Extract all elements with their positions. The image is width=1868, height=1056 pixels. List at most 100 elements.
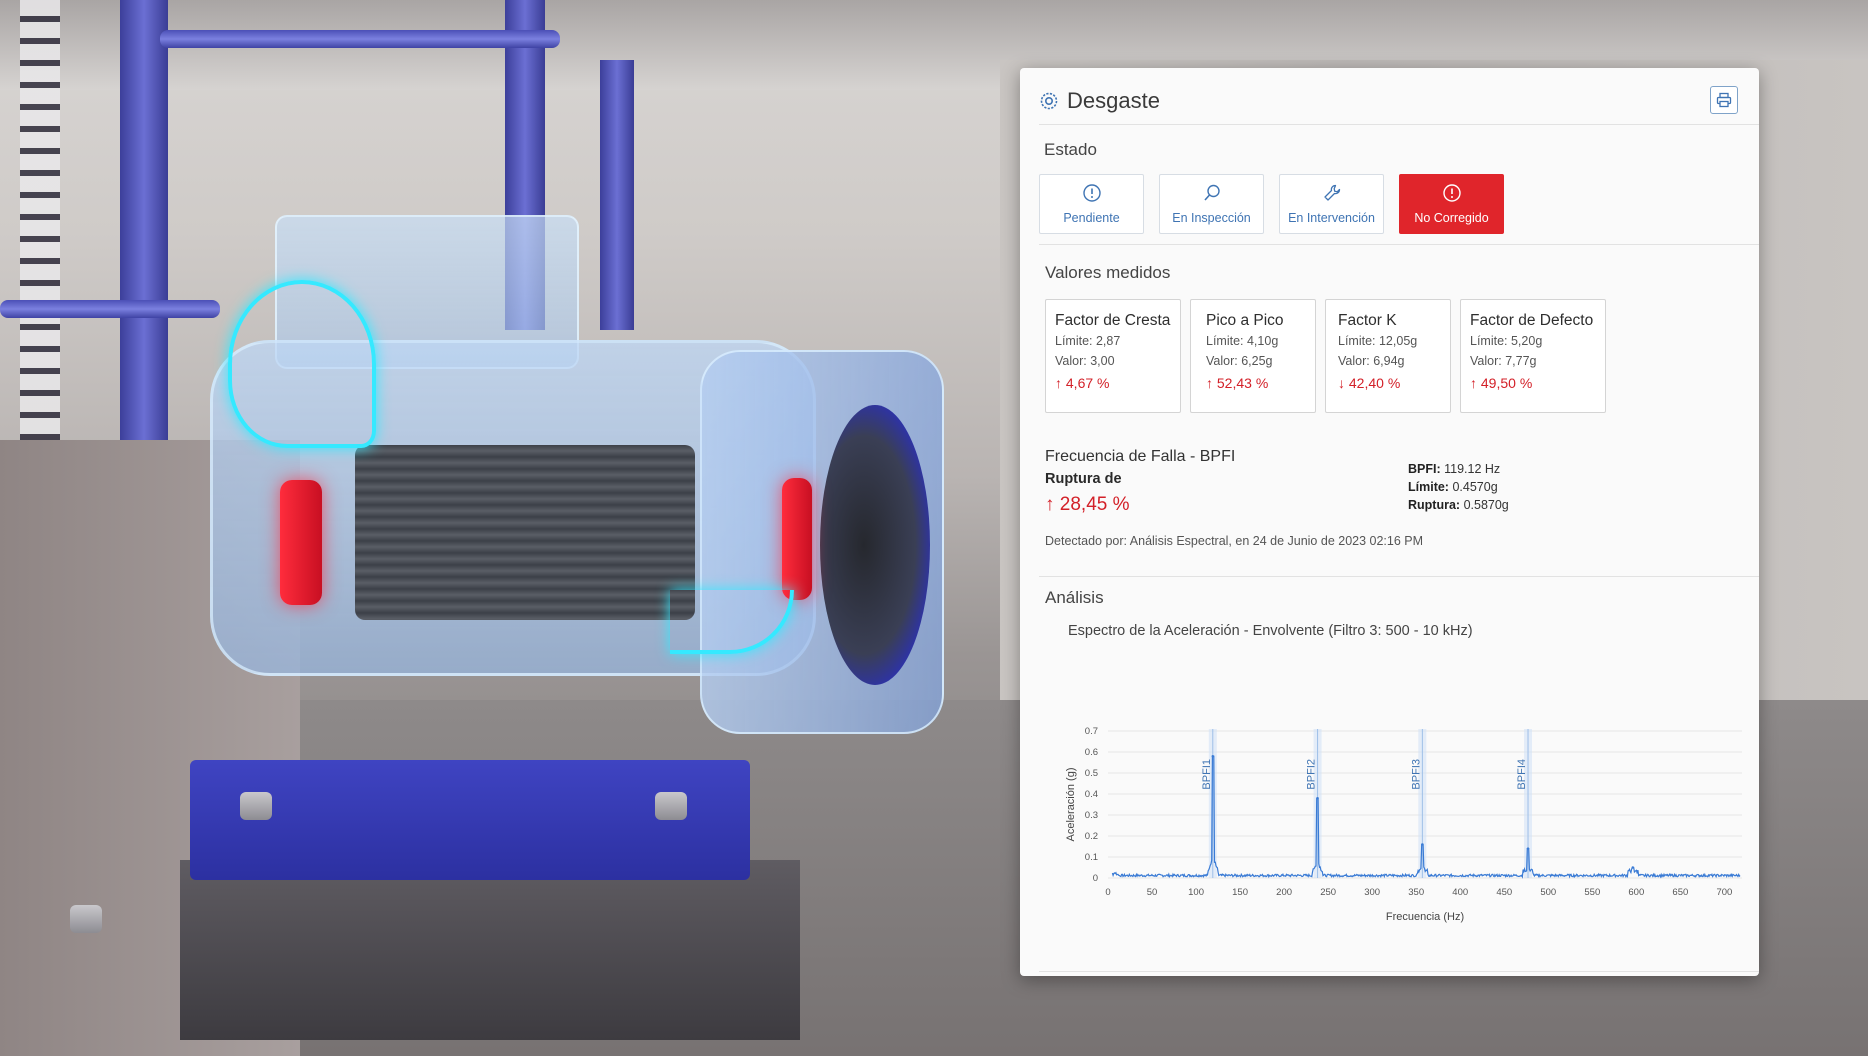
marker-label: BPFI3	[1410, 759, 1422, 790]
bpfi-info: BPFI: 119.12 Hz	[1408, 462, 1500, 476]
analisis-label: Análisis	[1045, 588, 1104, 607]
x-tick-label: 450	[1496, 887, 1512, 898]
bpfi-key: BPFI:	[1408, 462, 1441, 476]
metric-percent: ↑ 49,50 %	[1470, 375, 1533, 391]
divider	[1039, 244, 1759, 245]
metric-title: Factor de Cresta	[1055, 312, 1171, 329]
x-tick-label: 350	[1408, 887, 1424, 898]
y-tick-label: 0.5	[1085, 768, 1098, 779]
divider	[1039, 971, 1759, 972]
y-tick-label: 0.6	[1085, 747, 1098, 758]
metric-limit: Límite: 12,05g	[1338, 334, 1418, 348]
rupture-info-value: 0.5870g	[1463, 498, 1509, 512]
wrench-icon	[1323, 184, 1340, 201]
state-button-en-intervencion[interactable]: En Intervención	[1279, 174, 1384, 234]
bpfi-value: 119.12 Hz	[1444, 462, 1501, 476]
metric-percent: ↑ 4,67 %	[1055, 375, 1110, 391]
rupture-label: Ruptura de	[1045, 471, 1122, 487]
detected-by-text: Detectado por: Análisis Espectral, en 24…	[1045, 534, 1424, 548]
y-tick-label: 0.3	[1085, 810, 1098, 821]
motor-fan	[820, 405, 930, 685]
spectrum-peak-point	[1526, 847, 1530, 850]
divider	[1039, 576, 1759, 577]
alert-circle-icon	[1082, 184, 1101, 202]
panel-title: Desgaste	[1067, 88, 1160, 113]
metric-limit: Límite: 4,10g	[1206, 334, 1279, 348]
rupture-key: Ruptura:	[1408, 498, 1461, 512]
metric-limit: Límite: 5,20g	[1470, 334, 1543, 348]
x-tick-label: 400	[1452, 887, 1468, 898]
x-tick-label: 600	[1628, 887, 1644, 898]
marker-label: BPFI4	[1516, 759, 1528, 790]
x-axis-label: Frecuencia (Hz)	[1386, 911, 1464, 923]
metric-value: Valor: 6,94g	[1338, 354, 1405, 368]
alert-circle-icon	[1442, 184, 1461, 202]
metric-value: Valor: 3,00	[1055, 354, 1115, 368]
x-tick-label: 200	[1276, 887, 1292, 898]
x-tick-label: 50	[1147, 887, 1158, 898]
state-button-no-corregido[interactable]: No Corregido	[1399, 174, 1504, 234]
metric-percent: ↑ 52,43 %	[1206, 375, 1269, 391]
chart-title: Espectro de la Aceleración - Envolvente …	[1068, 623, 1473, 639]
metric-title: Pico a Pico	[1206, 312, 1284, 329]
spectrum-peak-point	[1631, 866, 1635, 869]
rupture-value: ↑ 28,45 %	[1045, 494, 1130, 515]
motor-base	[190, 760, 750, 880]
y-tick-label: 0	[1093, 873, 1098, 884]
metric-percent: ↓ 42,40 %	[1338, 375, 1401, 391]
motor-base-frame	[180, 860, 800, 1040]
search-icon	[1203, 184, 1220, 201]
blue-pipe	[0, 300, 220, 318]
spectrum-peak-point	[1211, 755, 1214, 758]
gear-icon	[1040, 92, 1058, 110]
panel-header: Desgaste	[1020, 68, 1759, 124]
x-tick-label: 500	[1540, 887, 1556, 898]
bolt	[240, 792, 272, 820]
y-tick-label: 0.2	[1085, 831, 1098, 842]
spectrum-peak-point	[1316, 797, 1319, 800]
y-axis-label: Aceleración (g)	[1065, 768, 1077, 842]
state-button-label: Pendiente	[1063, 211, 1120, 225]
y-tick-label: 0.1	[1085, 852, 1098, 863]
metric-card-pico-a-pico: Pico a Pico Límite: 4,10g Valor: 6,25g ↑…	[1190, 299, 1316, 413]
blue-pipe	[160, 30, 560, 48]
printer-icon	[1716, 92, 1732, 108]
metric-title: Factor de Defecto	[1470, 312, 1594, 329]
failure-frequency-title: Frecuencia de Falla - BPFI	[1045, 448, 1236, 465]
x-tick-label: 300	[1364, 887, 1380, 898]
bolt	[655, 792, 687, 820]
spectrum-chart: 0 0.1 0.2 0.3 0.4 0.5 0.6 0.7 0 50 100 150 200 250 300…	[1065, 726, 1742, 923]
rupture-info: Ruptura: 0.5870g	[1408, 498, 1509, 512]
marker-label: BPFI2	[1306, 759, 1318, 790]
motor-rotor	[355, 445, 695, 620]
limit-key: Límite:	[1408, 480, 1449, 494]
bearing-highlight	[782, 478, 812, 600]
print-button[interactable]	[1710, 86, 1738, 114]
metric-card-factor-cresta: Factor de Cresta Límite: 2,87 Valor: 3,0…	[1045, 299, 1181, 413]
estado-label: Estado	[1044, 140, 1097, 159]
x-tick-label: 550	[1584, 887, 1600, 898]
limit-info: Límite: 0.4570g	[1408, 480, 1498, 494]
state-button-label: En Intervención	[1288, 211, 1375, 225]
x-tick-label: 150	[1232, 887, 1248, 898]
x-tick-label: 100	[1188, 887, 1204, 898]
bearing-glow-outline	[228, 280, 376, 448]
x-tick-label: 0	[1105, 887, 1110, 898]
metric-limit: Límite: 2,87	[1055, 334, 1121, 348]
state-button-en-inspeccion[interactable]: En Inspección	[1159, 174, 1264, 234]
x-tick-label: 250	[1320, 887, 1336, 898]
y-tick-label: 0.7	[1085, 726, 1098, 737]
metric-card-factor-defecto: Factor de Defecto Límite: 5,20g Valor: 7…	[1460, 299, 1606, 413]
x-tick-label: 700	[1716, 887, 1732, 898]
spectrum-peak-point	[1421, 843, 1424, 846]
metric-value: Valor: 7,77g	[1470, 354, 1537, 368]
x-tick-label: 650	[1672, 887, 1688, 898]
state-button-pendiente[interactable]: Pendiente	[1039, 174, 1144, 234]
divider	[1039, 124, 1759, 125]
state-button-label: No Corregido	[1414, 211, 1489, 225]
metric-title: Factor K	[1338, 312, 1397, 329]
metric-value: Valor: 6,25g	[1206, 354, 1273, 368]
limit-value: 0.4570g	[1452, 480, 1498, 494]
y-tick-label: 0.4	[1085, 789, 1098, 800]
bolt	[70, 905, 102, 933]
